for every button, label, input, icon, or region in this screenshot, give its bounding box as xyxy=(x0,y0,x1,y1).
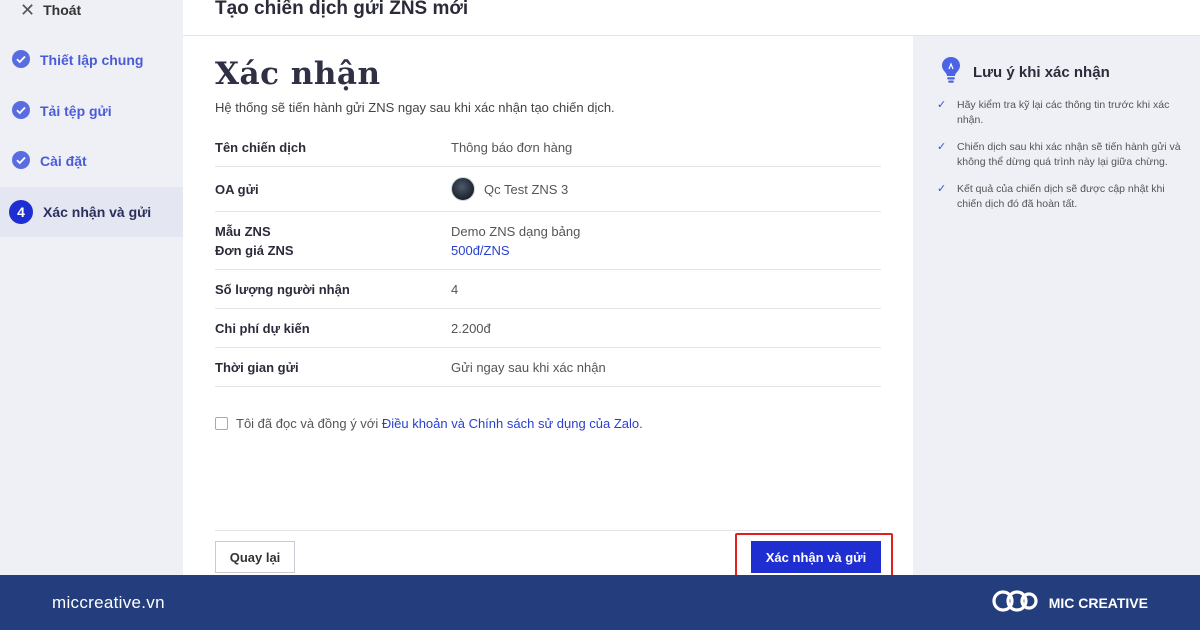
row-value: Gửi ngay sau khi xác nhận xyxy=(451,359,606,375)
brand-banner: miccreative.vn MIC CREATIVE xyxy=(0,575,1200,630)
notes-title: Lưu ý khi xác nhận xyxy=(973,64,1110,81)
summary-row-recipients: Số lượng người nhận 4 xyxy=(215,270,881,309)
brand-name: MIC CREATIVE xyxy=(1048,594,1148,611)
main-content: Xác nhận Hệ thống sẽ tiến hành gửi ZNS n… xyxy=(183,36,913,577)
row-value: 4 xyxy=(451,281,459,297)
section-subtitle: Hệ thống sẽ tiến hành gửi ZNS ngay sau k… xyxy=(215,100,615,115)
note-item: ✓ Hãy kiểm tra kỹ lại các thông tin trướ… xyxy=(937,98,1187,128)
divider xyxy=(215,530,881,531)
step-label: Thiết lập chung xyxy=(40,52,144,68)
header: Tạo chiến dịch gửi ZNS mới xyxy=(183,0,1200,36)
step-number-badge: 4 xyxy=(9,200,33,224)
summary-row-send-time: Thời gian gửi Gửi ngay sau khi xác nhận xyxy=(215,348,881,387)
row-value: Demo ZNS dạng bảng xyxy=(451,223,581,239)
row-key: Tên chiến dịch xyxy=(215,139,307,155)
close-icon: ✕ xyxy=(20,0,36,20)
row-key: Số lượng người nhận xyxy=(215,281,350,297)
row-value: 2.200đ xyxy=(451,320,491,336)
step-confirm-send[interactable]: 4 Xác nhận và gửi xyxy=(0,187,183,237)
note-text: Kết quả của chiến dịch sẽ được cập nhật … xyxy=(957,183,1165,210)
oa-name: Qc Test ZNS 3 xyxy=(484,181,569,197)
row-key: OA gửi xyxy=(215,181,259,197)
sidebar: ✕ Thoát Thiết lập chung Tải tệp gửi Cài … xyxy=(0,0,183,575)
row-value: Thông báo đơn hàng xyxy=(451,139,573,155)
step-upload-file[interactable]: Tải tệp gửi xyxy=(0,86,183,136)
summary-row-template: Mẫu ZNS Đơn giá ZNS Demo ZNS dạng bảng 5… xyxy=(215,212,881,270)
confirm-send-button[interactable]: Xác nhận và gửi xyxy=(751,541,881,573)
step-general-setup[interactable]: Thiết lập chung xyxy=(0,35,183,85)
step-label: Tải tệp gửi xyxy=(40,103,112,119)
note-text: Chiến dịch sau khi xác nhận sẽ tiến hành… xyxy=(957,141,1181,168)
step-label: Cài đặt xyxy=(40,153,87,169)
exit-button[interactable]: ✕ Thoát xyxy=(20,0,81,20)
avatar xyxy=(451,177,475,201)
summary-row-cost: Chi phí dự kiến 2.200đ xyxy=(215,309,881,348)
check-circle-icon xyxy=(12,49,30,71)
terms-agreement: Tôi đã đọc và đồng ý với Điều khoản và C… xyxy=(215,416,643,431)
note-text: Hãy kiểm tra kỹ lại các thông tin trước … xyxy=(957,99,1170,126)
note-item: ✓ Kết quả của chiến dịch sẽ được cập nhậ… xyxy=(937,182,1187,212)
step-label: Xác nhận và gửi xyxy=(43,204,152,220)
notes-list: ✓ Hãy kiểm tra kỹ lại các thông tin trướ… xyxy=(937,98,1187,224)
check-circle-icon xyxy=(12,100,30,122)
check-icon: ✓ xyxy=(937,99,947,111)
exit-label: Thoát xyxy=(43,2,82,18)
terms-checkbox[interactable] xyxy=(215,417,228,430)
mic-logo-icon xyxy=(991,587,1039,618)
check-icon: ✓ xyxy=(937,141,947,153)
notes-panel: Lưu ý khi xác nhận ✓ Hãy kiểm tra kỹ lại… xyxy=(913,36,1200,575)
oa-value: Qc Test ZNS 3 xyxy=(451,177,568,201)
terms-suffix: . xyxy=(639,416,643,431)
row-key: Thời gian gửi xyxy=(215,359,299,375)
summary-row-campaign-name: Tên chiến dịch Thông báo đơn hàng xyxy=(215,128,881,167)
brand-logo: MIC CREATIVE xyxy=(991,587,1148,618)
summary-table: Tên chiến dịch Thông báo đơn hàng OA gửi… xyxy=(215,128,881,387)
note-item: ✓ Chiến dịch sau khi xác nhận sẽ tiến hà… xyxy=(937,140,1187,170)
step-settings[interactable]: Cài đặt xyxy=(0,136,183,186)
notes-header: Lưu ý khi xác nhận xyxy=(941,56,1110,89)
page-title: Tạo chiến dịch gửi ZNS mới xyxy=(215,0,469,19)
back-button[interactable]: Quay lại xyxy=(215,541,295,573)
row-key: Chi phí dự kiến xyxy=(215,320,310,336)
section-title: Xác nhận xyxy=(215,56,381,92)
lightbulb-icon xyxy=(941,56,961,89)
row-key-group: Mẫu ZNS Đơn giá ZNS xyxy=(215,222,451,260)
summary-row-oa: OA gửi Qc Test ZNS 3 xyxy=(215,167,881,212)
row-key: Mẫu ZNS xyxy=(215,223,271,239)
check-icon: ✓ xyxy=(937,183,947,195)
website-text: miccreative.vn xyxy=(52,592,165,612)
terms-prefix: Tôi đã đọc và đồng ý với xyxy=(236,416,379,431)
check-circle-icon xyxy=(12,150,30,172)
row-key: Đơn giá ZNS xyxy=(215,242,294,258)
price-link[interactable]: 500đ/ZNS xyxy=(451,241,580,260)
row-value-group: Demo ZNS dạng bảng 500đ/ZNS xyxy=(451,222,580,260)
terms-link[interactable]: Điều khoản và Chính sách sử dụng của Zal… xyxy=(382,416,639,431)
